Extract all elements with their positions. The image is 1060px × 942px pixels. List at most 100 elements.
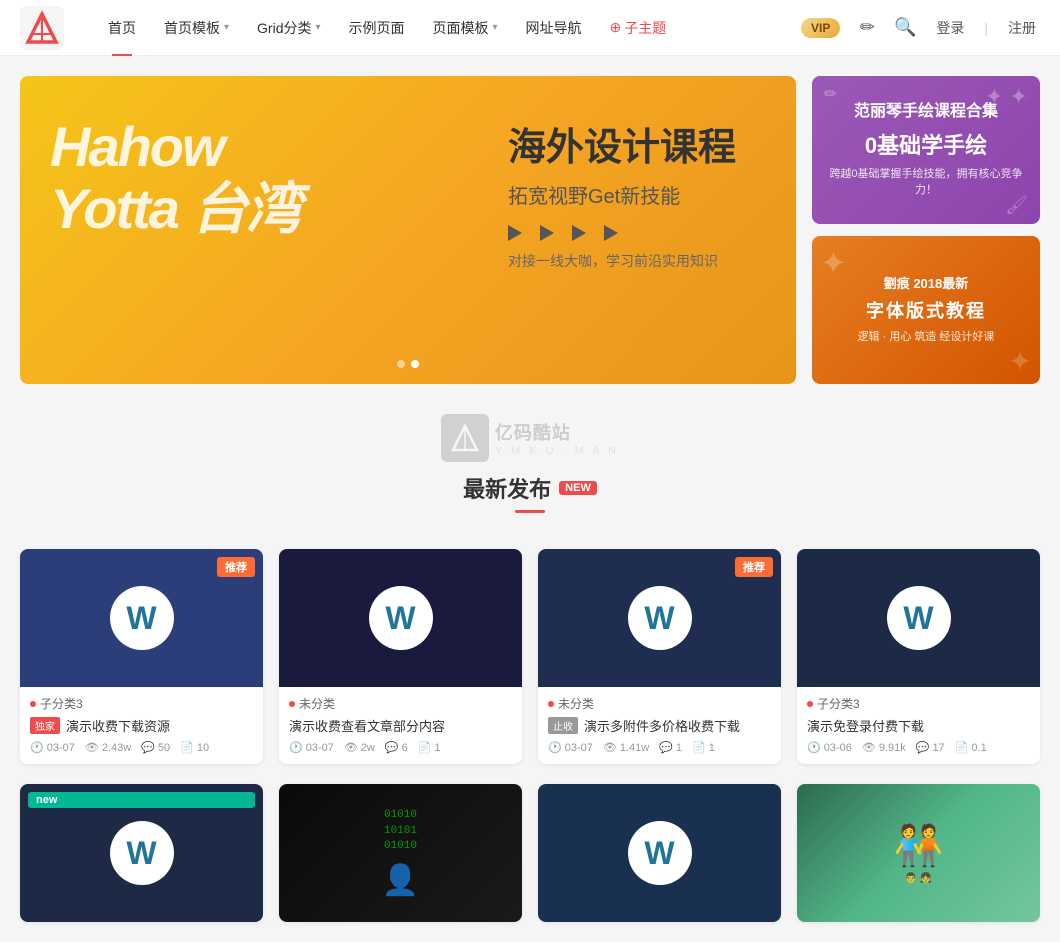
date-meta: 🕐 03-06	[807, 741, 852, 754]
clock-icon: 🕐	[807, 741, 821, 754]
chevron-down-icon: ▾	[315, 22, 320, 33]
cat-dot	[548, 701, 554, 707]
header: 首页 首页模板 ▾ Grid分类 ▾ 示例页面 页面模板 ▾ 网址导航 ⊕ 子主…	[0, 0, 1060, 56]
play-buttons	[508, 225, 736, 241]
watermark: 亿码酷站 Y M K U . M A N	[441, 414, 619, 462]
nav-page-template[interactable]: 页面模板 ▾	[419, 0, 512, 56]
bottom-card-1[interactable]: W new	[20, 784, 263, 922]
deco-star-br: ✦	[1009, 345, 1032, 378]
bottom-card-4[interactable]: 🧑‍🤝‍🧑 👨 👧	[797, 784, 1040, 922]
bottom-card-2[interactable]: 010101010101010 👤	[279, 784, 522, 922]
nav-home[interactable]: 首页	[94, 0, 150, 56]
edit-icon[interactable]: ✏	[856, 17, 878, 39]
nav-child-theme[interactable]: ⊕ 子主题	[596, 0, 681, 56]
chevron-down-icon: ▾	[224, 22, 229, 33]
bottom-card-3-thumb: W	[538, 784, 781, 922]
comment-icon: 💬	[916, 741, 930, 754]
login-button[interactable]: 登录	[932, 18, 968, 38]
play-button-4[interactable]	[604, 225, 618, 241]
main-content: Hahow Yotta 台湾 海外设计课程 拓宽视野Get新技能 对接一线大咖，…	[0, 56, 1060, 942]
card-3-category: 未分类	[548, 695, 771, 712]
eye-icon: 👁	[344, 741, 358, 754]
card-3-info: 未分类 止收 演示多附件多价格收费下载 🕐 03-07 👁 1.41w	[538, 687, 781, 764]
files-meta: 📄 1	[692, 741, 715, 754]
wp-logo-2: W	[369, 586, 433, 650]
files-meta: 📄 10	[180, 741, 209, 754]
main-nav: 首页 首页模板 ▾ Grid分类 ▾ 示例页面 页面模板 ▾ 网址导航 ⊕ 子主…	[94, 0, 801, 56]
wp-logo-3: W	[628, 586, 692, 650]
cat-dot	[289, 701, 295, 707]
bottom-card-4-thumb: 🧑‍🤝‍🧑 👨 👧	[797, 784, 1040, 922]
main-banner[interactable]: Hahow Yotta 台湾 海外设计课程 拓宽视野Get新技能 对接一线大咖，…	[20, 76, 796, 384]
nav-homepage-template[interactable]: 首页模板 ▾	[150, 0, 243, 56]
card-1-meta: 🕐 03-07 👁 2.43w 💬 50 📄 10	[30, 741, 253, 754]
banner-subtitle: 拓宽视野Get新技能	[508, 180, 736, 209]
card-4-thumb: W	[797, 549, 1040, 687]
card-3-thumb: W 推荐	[538, 549, 781, 687]
section-header: 最新发布 NEW	[20, 472, 1040, 513]
comment-icon: 💬	[141, 741, 155, 754]
card-3-type-badge: 止收	[548, 717, 578, 734]
file-icon: 📄	[692, 741, 706, 754]
banner-area: Hahow Yotta 台湾 海外设计课程 拓宽视野Get新技能 对接一线大咖，…	[20, 76, 1040, 384]
file-icon: 📄	[180, 741, 194, 754]
eye-icon: 👁	[603, 741, 617, 754]
comments-meta: 💬 6	[385, 741, 408, 754]
nav-example[interactable]: 示例页面	[335, 0, 419, 56]
card-4-info: 子分类3 演示免登录付费下载 🕐 03-06 👁 9.91k 💬	[797, 687, 1040, 764]
bottom-card-3[interactable]: W	[538, 784, 781, 922]
search-icon[interactable]: 🔍	[894, 17, 916, 39]
comment-icon: 💬	[659, 741, 673, 754]
watermark-logo	[441, 414, 489, 462]
card-2-meta: 🕐 03-07 👁 2w 💬 6 📄 1	[289, 741, 512, 754]
clock-icon: 🕐	[30, 741, 44, 754]
wp-logo-1: W	[110, 586, 174, 650]
side-banner-2[interactable]: ✦ 劉痕 2018最新 字体版式教程 逻辑 · 用心 筑造 经设计好课 ✦	[812, 236, 1040, 384]
banner-side: ✏ ✦ ✦ 范丽琴手绘课程合集 0基础学手绘 跨越0基础掌握手绘技能，拥有核心竞…	[812, 76, 1040, 384]
banner-content: 海外设计课程 拓宽视野Get新技能 对接一线大咖，学习前沿实用知识	[508, 126, 736, 271]
wp-logo-b1: W	[110, 821, 174, 885]
banner-indicator-1[interactable]	[397, 360, 405, 368]
card-1-badge: 推荐	[217, 557, 255, 577]
comments-meta: 💬 50	[141, 741, 170, 754]
date-meta: 🕐 03-07	[289, 741, 334, 754]
comments-meta: 💬 17	[916, 741, 945, 754]
wp-logo-4: W	[887, 586, 951, 650]
new-badge: NEW	[559, 481, 597, 495]
eye-icon: 👁	[85, 741, 99, 754]
card-1-category: 子分类3	[30, 695, 253, 712]
side-banner-1[interactable]: ✏ ✦ ✦ 范丽琴手绘课程合集 0基础学手绘 跨越0基础掌握手绘技能，拥有核心竞…	[812, 76, 1040, 224]
cards-row-2: W new 010101010101010 👤 W	[20, 784, 1040, 922]
files-meta: 📄 0.1	[955, 741, 987, 754]
play-button-2[interactable]	[540, 225, 554, 241]
nav-site-nav[interactable]: 网址导航	[512, 0, 596, 56]
file-icon: 📄	[418, 741, 432, 754]
section-title-row: 最新发布 NEW	[463, 472, 597, 504]
watermark-text-group: 亿码酷站 Y M K U . M A N	[495, 419, 619, 457]
header-right: VIP ✏ 🔍 登录 | 注册	[801, 17, 1040, 39]
files-meta: 📄 1	[418, 741, 441, 754]
watermark-area: 亿码酷站 Y M K U . M A N	[20, 404, 1040, 472]
logo[interactable]	[20, 6, 64, 50]
card-2[interactable]: W 未分类 演示收费查看文章部分内容 🕐 03-07 👁	[279, 549, 522, 764]
card-1-title-row: 独家 演示收费下载资源	[30, 716, 253, 735]
card-1-type-badge: 独家	[30, 717, 60, 734]
nav-grid-category[interactable]: Grid分类 ▾	[243, 0, 334, 56]
card-3-badge: 推荐	[735, 557, 773, 577]
card-3-meta: 🕐 03-07 👁 1.41w 💬 1 📄 1	[548, 741, 771, 754]
card-4[interactable]: W 子分类3 演示免登录付费下载 🕐 03-06 👁	[797, 549, 1040, 764]
play-button-3[interactable]	[572, 225, 586, 241]
section-area: 亿码酷站 Y M K U . M A N 最新发布 NEW	[20, 404, 1040, 529]
banner-indicator-2[interactable]	[411, 360, 419, 368]
vip-badge[interactable]: VIP	[801, 18, 840, 38]
card-3[interactable]: W 推荐 未分类 止收 演示多附件多价格收费下载 🕐 03-07	[538, 549, 781, 764]
deco-paint: 🖌	[1005, 195, 1028, 216]
bottom-card-2-thumb: 010101010101010 👤	[279, 784, 522, 922]
card-1-title: 演示收费下载资源	[66, 716, 170, 735]
card-2-category: 未分类	[289, 695, 512, 712]
card-4-title-row: 演示免登录付费下载	[807, 716, 1030, 735]
bottom-card-1-badge: new	[28, 792, 255, 808]
play-button-1[interactable]	[508, 225, 522, 241]
register-button[interactable]: 注册	[1004, 18, 1040, 38]
card-1[interactable]: W 推荐 子分类3 独家 演示收费下载资源 🕐 03-07	[20, 549, 263, 764]
